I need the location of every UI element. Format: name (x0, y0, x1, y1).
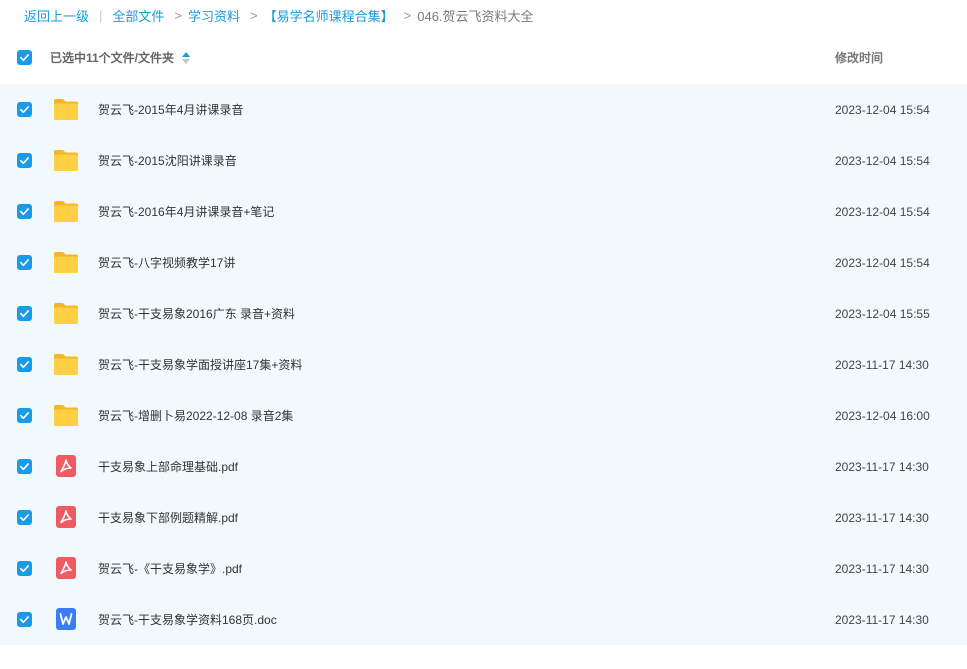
file-modified-time: 2023-12-04 16:00 (835, 408, 930, 423)
row-checkbox[interactable] (17, 510, 32, 525)
file-row[interactable]: 贺云飞-干支易象学资料168页.doc 2023-11-17 14:30 (0, 594, 967, 645)
file-name[interactable]: 干支易象下部例题精解.pdf (98, 509, 238, 526)
file-name[interactable]: 贺云飞-2015沈阳讲课录音 (98, 152, 237, 169)
file-name[interactable]: 贺云飞-八字视频教学17讲 (98, 254, 235, 271)
check-icon (20, 412, 29, 420)
breadcrumb-separator: > (250, 7, 258, 23)
folder-icon (54, 405, 78, 426)
breadcrumb-divider: | (99, 7, 103, 23)
check-icon (20, 106, 29, 114)
file-row[interactable]: 贺云飞-《干支易象学》.pdf 2023-11-17 14:30 (0, 543, 967, 594)
breadcrumb-separator: > (403, 7, 412, 23)
list-header: 已选中11个文件/文件夹 修改时间 (0, 30, 967, 84)
file-modified-time: 2023-11-17 14:30 (835, 561, 929, 576)
row-checkbox[interactable] (17, 612, 32, 627)
file-modified-time: 2023-12-04 15:55 (835, 306, 930, 321)
file-name[interactable]: 贺云飞-干支易象2016广东 录音+资料 (98, 305, 295, 322)
file-modified-time: 2023-11-17 14:30 (835, 459, 929, 474)
breadcrumb: 返回上一级 | 全部文件 > 学习资料 > 【易学名师课程合集】 > 046.贺… (0, 0, 967, 30)
check-icon (20, 54, 29, 62)
check-icon (20, 157, 29, 165)
folder-icon (54, 252, 78, 273)
check-icon (20, 208, 29, 216)
sort-icon[interactable] (182, 52, 190, 64)
check-icon (20, 565, 29, 573)
folder-icon (54, 303, 78, 324)
row-checkbox[interactable] (17, 255, 32, 270)
check-icon (20, 514, 29, 522)
selection-count-label: 已选中11个文件/文件夹 (50, 50, 175, 65)
folder-icon (54, 201, 78, 222)
file-modified-time: 2023-12-04 15:54 (835, 204, 930, 219)
folder-icon (54, 99, 78, 120)
column-header-modified-time[interactable]: 修改时间 (835, 49, 883, 66)
row-checkbox[interactable] (17, 204, 32, 219)
row-checkbox[interactable] (17, 153, 32, 168)
word-doc-icon (56, 608, 76, 630)
file-name[interactable]: 贺云飞-2015年4月讲课录音 (98, 101, 243, 118)
breadcrumb-all-files[interactable]: 全部文件 (112, 6, 164, 25)
pdf-icon (56, 455, 76, 477)
file-row[interactable]: 贺云飞-八字视频教学17讲 2023-12-04 15:54 (0, 237, 967, 288)
file-row[interactable]: 干支易象上部命理基础.pdf 2023-11-17 14:30 (0, 441, 967, 492)
file-row[interactable]: 贺云飞-增删卜易2022-12-08 录音2集 2023-12-04 16:00 (0, 390, 967, 441)
row-checkbox[interactable] (17, 306, 32, 321)
file-modified-time: 2023-12-04 15:54 (835, 153, 930, 168)
check-icon (20, 310, 29, 318)
file-list: 贺云飞-2015年4月讲课录音 2023-12-04 15:54 贺云飞-2015沈… (0, 84, 967, 645)
file-name[interactable]: 贺云飞-2016年4月讲课录音+笔记 (98, 203, 274, 220)
file-name[interactable]: 贺云飞-干支易象学面授讲座17集+资料 (98, 356, 302, 373)
breadcrumb-collection[interactable]: 【易学名师课程合集】 (264, 6, 394, 25)
folder-icon (54, 150, 78, 171)
file-name[interactable]: 贺云飞-干支易象学资料168页.doc (98, 611, 277, 628)
row-checkbox[interactable] (17, 408, 32, 423)
file-modified-time: 2023-12-04 15:54 (835, 102, 930, 117)
pdf-icon (56, 557, 76, 579)
file-row[interactable]: 贺云飞-干支易象学面授讲座17集+资料 2023-11-17 14:30 (0, 339, 967, 390)
row-checkbox[interactable] (17, 459, 32, 474)
select-all-checkbox[interactable] (17, 50, 32, 65)
file-row[interactable]: 干支易象下部例题精解.pdf 2023-11-17 14:30 (0, 492, 967, 543)
file-name[interactable]: 贺云飞-《干支易象学》.pdf (98, 560, 242, 577)
file-row[interactable]: 贺云飞-2016年4月讲课录音+笔记 2023-12-04 15:54 (0, 186, 967, 237)
back-link[interactable]: 返回上一级 (24, 6, 89, 25)
file-modified-time: 2023-11-17 14:30 (835, 510, 929, 525)
folder-icon (54, 354, 78, 375)
file-modified-time: 2023-12-04 15:54 (835, 255, 930, 270)
file-row[interactable]: 贺云飞-干支易象2016广东 录音+资料 2023-12-04 15:55 (0, 288, 967, 339)
check-icon (20, 616, 29, 624)
check-icon (20, 259, 29, 267)
pdf-icon (56, 506, 76, 528)
breadcrumb-separator: > (174, 7, 183, 23)
breadcrumb-current: 046.贺云飞资料大全 (417, 8, 534, 24)
file-row[interactable]: 贺云飞-2015沈阳讲课录音 2023-12-04 15:54 (0, 135, 967, 186)
file-row[interactable]: 贺云飞-2015年4月讲课录音 2023-12-04 15:54 (0, 84, 967, 135)
row-checkbox[interactable] (17, 561, 32, 576)
breadcrumb-study[interactable]: 学习资料 (188, 6, 240, 25)
file-name[interactable]: 贺云飞-增删卜易2022-12-08 录音2集 (98, 407, 293, 424)
check-icon (20, 463, 29, 471)
check-icon (20, 361, 29, 369)
file-modified-time: 2023-11-17 14:30 (835, 612, 929, 627)
row-checkbox[interactable] (17, 357, 32, 372)
file-name[interactable]: 干支易象上部命理基础.pdf (98, 458, 238, 475)
file-modified-time: 2023-11-17 14:30 (835, 357, 929, 372)
row-checkbox[interactable] (17, 102, 32, 117)
